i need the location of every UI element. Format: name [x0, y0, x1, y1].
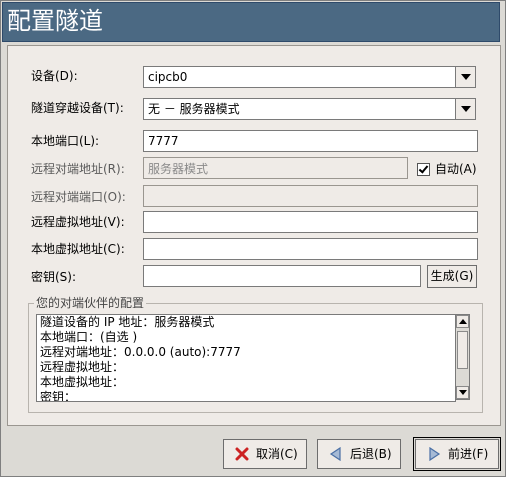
- remote-addr-input: [143, 157, 408, 179]
- chevron-down-icon[interactable]: [455, 99, 475, 119]
- forward-arrow-icon: [429, 447, 441, 461]
- chevron-down-icon[interactable]: [455, 67, 475, 87]
- cancel-button[interactable]: 取消(C): [223, 439, 307, 469]
- local-port-input[interactable]: [143, 130, 478, 152]
- peer-config-text[interactable]: 隧道设备的 IP 地址：服务器模式 本地端口：(自选 ) 远程对端地址：0.0.…: [36, 314, 456, 402]
- dialog-titlebar: 配置隧道: [2, 2, 500, 42]
- local-virtual-label: 本地虚拟地址(C):: [31, 242, 125, 256]
- key-label: 密钥(S):: [31, 270, 77, 284]
- scroll-down-icon[interactable]: [456, 386, 469, 399]
- forward-button[interactable]: 前进(F): [413, 437, 501, 471]
- checkbox-checked-icon[interactable]: [417, 163, 430, 176]
- scroll-thumb[interactable]: [457, 331, 468, 369]
- dialog-title: 配置隧道: [7, 7, 103, 35]
- scroll-up-icon[interactable]: [456, 315, 469, 328]
- remote-addr-label: 远程对端地址(R):: [31, 162, 125, 176]
- device-combo[interactable]: cipcb0: [143, 66, 476, 88]
- form-panel: 设备(D): cipcb0 隧道穿越设备(T): 无 － 服务器模式 本地端口(…: [7, 45, 501, 426]
- back-label: 后退(B): [350, 447, 392, 461]
- peer-config-scrollbar[interactable]: [455, 314, 470, 400]
- peer-line: 本地端口：(自选 ): [40, 330, 138, 344]
- tunnel-device-value: 无 － 服务器模式: [148, 102, 240, 116]
- tunnel-device-combo[interactable]: 无 － 服务器模式: [143, 98, 476, 120]
- remote-port-input: [143, 185, 478, 207]
- cancel-label: 取消(C): [256, 447, 298, 461]
- dialog-window: 配置隧道 设备(D): cipcb0 隧道穿越设备(T): 无 － 服务器模式 …: [0, 0, 506, 477]
- auto-checkbox[interactable]: 自动(A): [417, 158, 477, 180]
- remote-virtual-input[interactable]: [143, 211, 478, 233]
- device-value: cipcb0: [148, 70, 188, 84]
- forward-label: 前进(F): [448, 447, 489, 461]
- remote-virtual-label: 远程虚拟地址(V):: [31, 215, 125, 229]
- device-label: 设备(D):: [31, 69, 78, 83]
- peer-line: 本地虚拟地址：: [40, 375, 125, 389]
- peer-line: 远程对端地址：0.0.0.0 (auto):7777: [40, 345, 241, 359]
- peer-line: 密钥：: [40, 390, 77, 402]
- local-port-label: 本地端口(L):: [31, 134, 100, 148]
- peer-line: 远程虚拟地址：: [40, 360, 125, 374]
- peer-line: 隧道设备的 IP 地址：服务器模式: [40, 315, 215, 329]
- cancel-x-icon: [235, 447, 249, 461]
- local-virtual-input[interactable]: [143, 238, 478, 260]
- tunnel-device-label: 隧道穿越设备(T):: [31, 101, 124, 115]
- back-button[interactable]: 后退(B): [317, 439, 401, 469]
- peer-config-title: 您的对端伙伴的配置: [34, 295, 147, 311]
- remote-port-label: 远程对端端口(O):: [31, 190, 126, 204]
- generate-button[interactable]: 生成(G): [427, 265, 477, 288]
- key-input[interactable]: [143, 265, 421, 287]
- auto-label: 自动(A): [435, 162, 477, 176]
- back-arrow-icon: [329, 447, 341, 461]
